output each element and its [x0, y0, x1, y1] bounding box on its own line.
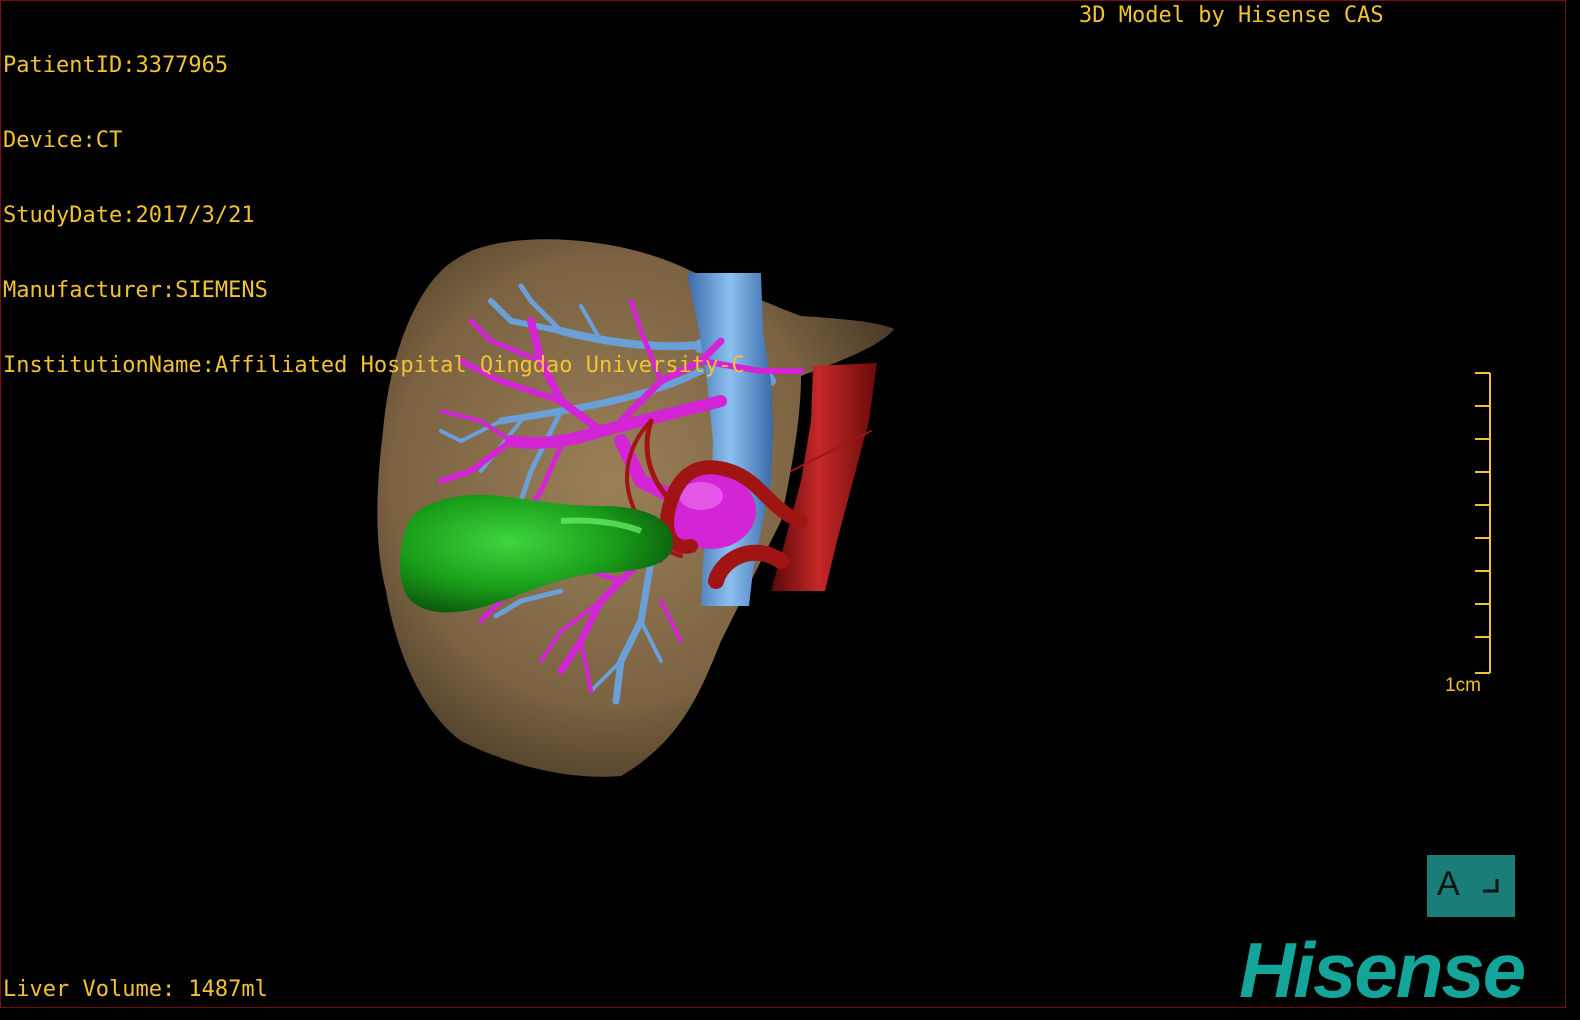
institution-name: InstitutionName:Affiliated Hospital Qing… — [3, 353, 745, 378]
patient-info-overlay: PatientID:3377965 Device:CT StudyDate:20… — [3, 3, 745, 428]
hisense-logo: Hisense — [1239, 926, 1526, 1014]
study-date: StudyDate:2017/3/21 — [3, 203, 255, 228]
manufacturer: Manufacturer:SIEMENS — [3, 278, 268, 303]
patient-id: PatientID:3377965 — [3, 53, 229, 78]
orientation-cube-icon[interactable]: A — [1427, 855, 1515, 917]
orientation-letter: A — [1437, 865, 1460, 903]
scale-bar — [1475, 372, 1491, 674]
scale-bar-label: 1cm — [1445, 675, 1481, 696]
orientation-axis-icon — [1483, 879, 1499, 893]
3d-viewport[interactable]: PatientID:3377965 Device:CT StudyDate:20… — [0, 0, 1566, 1014]
liver-volume: Liver Volume: 1487ml — [3, 977, 268, 1002]
model-credit: 3D Model by Hisense CAS — [1079, 3, 1384, 28]
device: Device:CT — [3, 128, 123, 153]
